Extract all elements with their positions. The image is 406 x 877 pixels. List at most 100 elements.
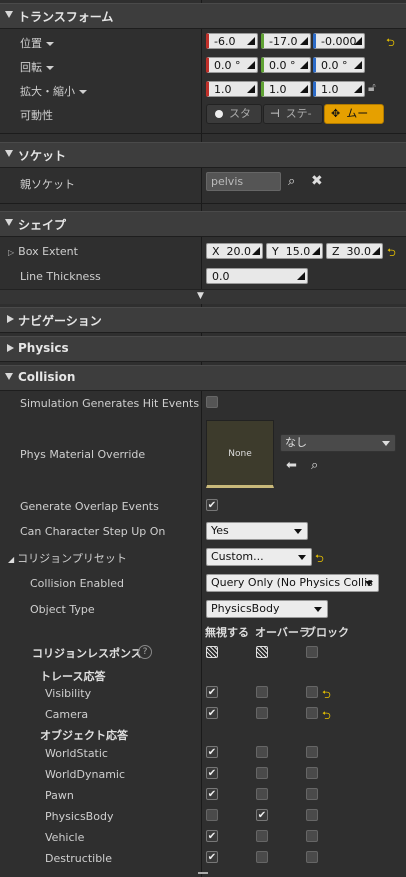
mobility-static-button[interactable]: スタ — [206, 104, 262, 124]
stationary-icon: ⊣ — [270, 107, 280, 120]
help-icon[interactable]: ? — [138, 645, 152, 659]
mobility-movable-button[interactable]: ✥ ムー — [324, 104, 384, 124]
reset-to-default-icon[interactable]: ⮌ — [322, 707, 331, 726]
pawn-block-checkbox[interactable] — [306, 788, 318, 800]
phys-material-label: Phys Material Override — [20, 448, 146, 461]
parent-socket-field[interactable]: pelvis — [206, 172, 281, 191]
response-all-ignore-checkbox[interactable] — [206, 646, 218, 658]
overlap-events-checkbox[interactable]: ✔ — [206, 499, 218, 511]
worldstatic-block-checkbox[interactable] — [306, 746, 318, 758]
mobility-stationary-button[interactable]: ⊣ ステ- — [263, 104, 323, 124]
overlap-events-label: Generate Overlap Events — [20, 500, 159, 513]
worlddynamic-ignore-checkbox[interactable]: ✔ — [206, 767, 218, 779]
section-shape-header[interactable]: シェイプ — [0, 211, 406, 237]
destructible-block-checkbox[interactable] — [306, 851, 318, 863]
physicsbody-ignore-checkbox[interactable] — [206, 809, 218, 821]
section-transform-header[interactable]: トランスフォーム — [0, 3, 406, 29]
collision-preset-combo[interactable]: Custom... — [206, 548, 312, 566]
destructible-ignore-checkbox[interactable]: ✔ — [206, 851, 218, 863]
location-z-field[interactable]: -0.000 — [313, 33, 365, 49]
rotation-z-field[interactable]: 0.0 ° — [313, 57, 365, 73]
section-collision-header[interactable]: Collision — [0, 365, 406, 391]
trace-response-header: トレース応答 — [40, 670, 106, 683]
parent-socket-label: 親ソケット — [20, 178, 75, 191]
visibility-ignore-checkbox[interactable]: ✔ — [206, 686, 218, 698]
reset-to-default-icon[interactable]: ⮌ — [386, 34, 395, 53]
use-selected-icon[interactable]: ⬅ — [286, 458, 297, 473]
vehicle-overlap-checkbox[interactable] — [256, 830, 268, 842]
collapse-arrow-icon — [5, 11, 13, 18]
scale-z-field[interactable]: 1.0 — [313, 81, 365, 97]
section-navigation-header[interactable]: ナビゲーション — [0, 307, 406, 333]
worlddynamic-block-checkbox[interactable] — [306, 767, 318, 779]
scale-label[interactable]: 拡大・縮小 — [20, 83, 87, 99]
pawn-ignore-checkbox[interactable]: ✔ — [206, 788, 218, 800]
drag-handle-icon — [300, 37, 308, 45]
reset-to-default-icon[interactable]: ⮌ — [322, 686, 331, 705]
camera-block-checkbox[interactable] — [306, 707, 318, 719]
drag-handle-icon — [247, 37, 255, 45]
sim-hit-events-checkbox[interactable] — [206, 396, 218, 408]
pawn-overlap-checkbox[interactable] — [256, 788, 268, 800]
section-title: Collision — [18, 370, 76, 384]
visibility-block-checkbox[interactable] — [306, 686, 318, 698]
location-label[interactable]: 位置 — [20, 35, 54, 51]
advanced-expander[interactable]: ▼ — [0, 289, 406, 304]
camera-overlap-checkbox[interactable] — [256, 707, 268, 719]
visibility-overlap-checkbox[interactable] — [256, 686, 268, 698]
worldstatic-overlap-checkbox[interactable] — [256, 746, 268, 758]
section-physics-header[interactable]: Physics — [0, 336, 406, 362]
box-extent-z-field[interactable]: Z 30.0 — [326, 243, 383, 259]
line-thickness-field[interactable]: 0.0 — [206, 268, 308, 284]
rotation-y-field[interactable]: 0.0 ° — [261, 57, 311, 73]
physicsbody-overlap-checkbox[interactable]: ✔ — [256, 809, 268, 821]
rotation-label[interactable]: 回転 — [20, 59, 54, 75]
vehicle-ignore-checkbox[interactable]: ✔ — [206, 830, 218, 842]
collision-enabled-combo[interactable]: Query Only (No Physics Collis — [206, 574, 379, 592]
response-all-overlap-checkbox[interactable] — [256, 646, 268, 658]
camera-ignore-checkbox[interactable]: ✔ — [206, 707, 218, 719]
section-socket-header[interactable]: ソケット — [0, 142, 406, 168]
object-type-label: Object Type — [30, 603, 95, 616]
vehicle-block-checkbox[interactable] — [306, 830, 318, 842]
browse-icon[interactable]: ⌕ — [311, 458, 318, 473]
reset-to-default-icon[interactable]: ⮌ — [315, 550, 324, 569]
reset-to-default-icon[interactable]: ⮌ — [387, 244, 396, 263]
collapse-arrow-icon — [5, 150, 13, 157]
box-extent-x-field[interactable]: X 20.0 — [206, 243, 263, 259]
destructible-overlap-checkbox[interactable] — [256, 851, 268, 863]
material-thumbnail[interactable]: None — [206, 420, 274, 488]
scale-y-field[interactable]: 1.0 — [261, 81, 311, 97]
section-title: シェイプ — [18, 218, 67, 232]
object-type-combo[interactable]: PhysicsBody — [206, 600, 328, 618]
box-extent-y-field[interactable]: Y 15.0 — [266, 243, 323, 259]
lock-icon[interactable]: 🔓︎ — [368, 80, 376, 95]
section-gap — [0, 203, 406, 204]
drag-handle-icon — [312, 247, 320, 255]
drag-handle-icon — [354, 61, 362, 69]
object-row-label: Vehicle — [45, 831, 85, 844]
location-x-field[interactable]: -6.0 — [206, 33, 258, 49]
collapse-arrow-icon — [5, 219, 13, 226]
splitter-handle[interactable] — [198, 872, 208, 874]
phys-material-combo[interactable]: なし — [280, 434, 396, 452]
move-icon: ✥ — [331, 107, 341, 120]
collision-preset-label[interactable]: ◢ コリジョンプリセット — [8, 550, 127, 566]
scale-x-field[interactable]: 1.0 — [206, 81, 258, 97]
object-row-label: Pawn — [45, 789, 74, 802]
search-icon[interactable]: ⌕ — [288, 174, 295, 189]
step-up-combo[interactable]: Yes — [206, 522, 308, 540]
rotation-x-field[interactable]: 0.0 ° — [206, 57, 258, 73]
mobility-label: 可動性 — [20, 109, 53, 122]
object-row-label: WorldDynamic — [45, 768, 126, 781]
response-all-block-checkbox[interactable] — [306, 646, 318, 658]
worlddynamic-overlap-checkbox[interactable] — [256, 767, 268, 779]
collision-enabled-label: Collision Enabled — [30, 577, 125, 590]
section-title: Physics — [18, 341, 69, 355]
box-extent-label[interactable]: ▷ Box Extent — [8, 245, 78, 258]
physicsbody-block-checkbox[interactable] — [306, 809, 318, 821]
clear-icon[interactable]: ✖ — [311, 173, 323, 189]
chevron-down-icon — [46, 42, 54, 46]
worldstatic-ignore-checkbox[interactable]: ✔ — [206, 746, 218, 758]
location-y-field[interactable]: -17.0 — [261, 33, 311, 49]
